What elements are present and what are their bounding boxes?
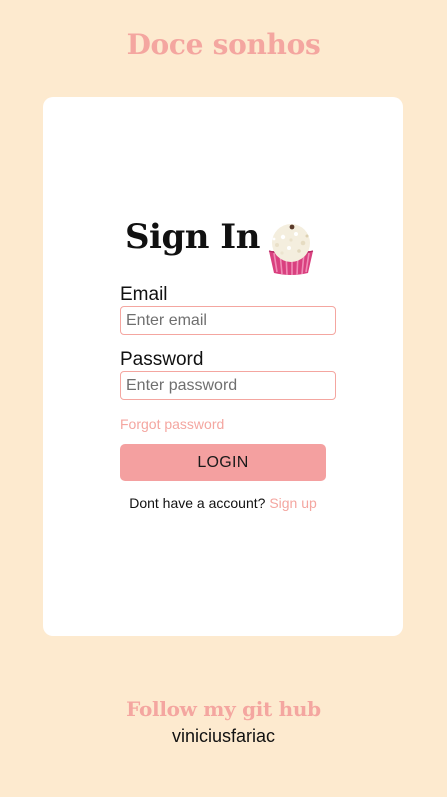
email-label: Email [120, 284, 168, 305]
forgot-password-link[interactable]: Forgot password [120, 416, 224, 432]
signin-card: Sign In Email Password Forgot password L… [43, 97, 403, 636]
brand-title: Doce sonhos [126, 28, 321, 61]
email-input[interactable] [120, 306, 336, 335]
no-account-text: Dont have a account? [129, 495, 266, 511]
login-button[interactable]: LOGIN [120, 444, 326, 481]
footer-title: Follow my git hub [126, 697, 321, 721]
signup-prompt: Dont have a account? Sign up [43, 495, 403, 511]
password-input[interactable] [120, 371, 336, 400]
signin-heading: Sign In [125, 217, 260, 257]
password-label: Password [120, 349, 204, 370]
signup-link[interactable]: Sign up [269, 495, 316, 511]
github-handle-link[interactable]: viniciusfariac [0, 726, 447, 747]
brigadeiro-cupcake-icon [268, 224, 314, 276]
